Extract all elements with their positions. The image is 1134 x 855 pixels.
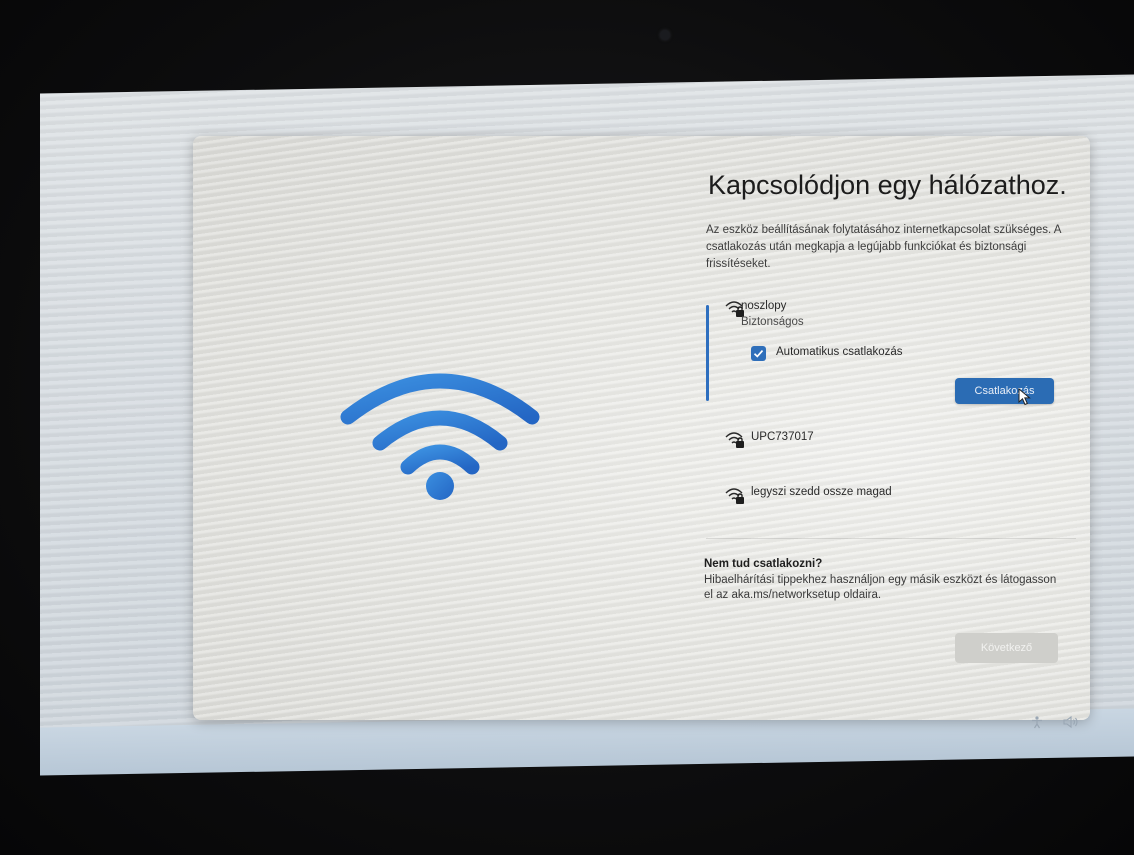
wifi-locked-icon	[725, 488, 744, 504]
wifi-hero-icon	[340, 373, 540, 500]
page-subtitle: Az eszköz beállításának folytatásához in…	[706, 224, 1061, 270]
page-title: Kapcsolódjon egy hálózathoz.	[708, 170, 1067, 200]
network-name: UPC737017	[751, 431, 814, 443]
volume-icon[interactable]	[1062, 715, 1080, 729]
webcam	[660, 30, 670, 40]
help-text: Hibaelhárítási tippekhez használjon egy …	[704, 574, 1057, 601]
mouse-cursor-icon	[1018, 388, 1031, 406]
auto-connect-checkbox[interactable]	[751, 346, 766, 361]
help-title: Nem tud csatlakozni?	[704, 558, 823, 570]
network-name: legyszi szedd ossze magad	[751, 486, 892, 498]
divider	[706, 538, 1076, 539]
next-button[interactable]: Következő	[955, 633, 1058, 663]
wifi-locked-icon	[725, 432, 744, 448]
checkmark-icon	[753, 350, 764, 358]
accessibility-icon[interactable]	[1030, 715, 1044, 729]
network-name: noszlopy	[741, 300, 787, 312]
connect-button[interactable]: Csatlakozás	[955, 378, 1054, 404]
selection-indicator	[706, 305, 709, 401]
network-status: Biztonságos	[741, 316, 804, 328]
auto-connect-label[interactable]: Automatikus csatlakozás	[776, 346, 903, 358]
